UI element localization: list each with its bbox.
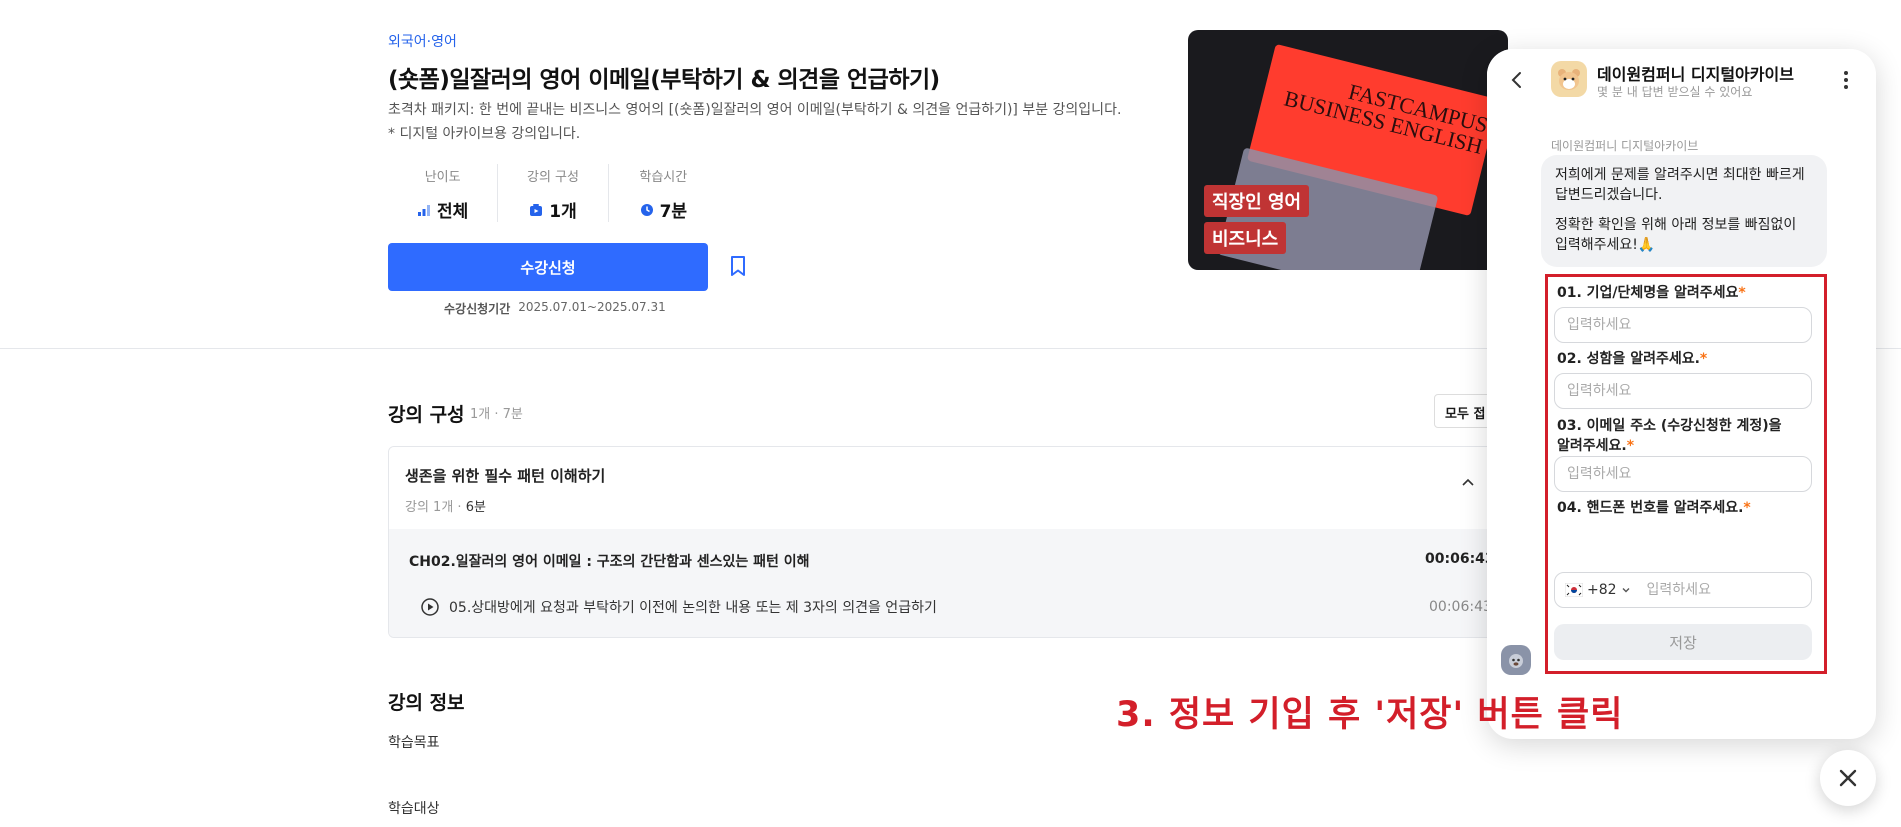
required-mark: * <box>1738 285 1746 301</box>
field-label-company: 01. 기업/단체명을 알려주세요* <box>1557 283 1746 303</box>
stat-label: 난이도 <box>424 170 461 185</box>
instruction-annotation: 3. 정보 기입 후 '저장' 버튼 클릭 <box>1116 695 1624 735</box>
bot-message-text: 정확한 확인을 위해 아래 정보를 빠짐없이 입력해주세요!🙏 <box>1555 217 1797 253</box>
info-target-label: 학습대상 <box>388 801 440 817</box>
required-mark: * <box>1743 500 1751 516</box>
close-icon <box>1839 769 1857 787</box>
phone-input[interactable] <box>1646 582 1797 598</box>
field-label-name: 02. 성함을 알려주세요.* <box>1557 349 1707 369</box>
bot-avatar <box>1501 645 1531 675</box>
field-label-text: 02. 성함을 알려주세요. <box>1557 351 1700 367</box>
country-code-select[interactable]: +82 <box>1565 582 1631 598</box>
lesson-title: 05.상대방에게 요청과 부탁하기 이전에 논의한 내용 또는 제 3자의 의견… <box>449 600 937 616</box>
chapter-sub: 강의 1개 · 6분 <box>405 496 1491 515</box>
info-title: 강의 정보 <box>388 692 465 714</box>
close-chat-button[interactable] <box>1820 750 1876 806</box>
field-label-email: 03. 이메일 주소 (수강신청한 계정)을알려주세요.* <box>1557 416 1782 456</box>
name-input[interactable] <box>1554 373 1812 409</box>
phone-field: +82 <box>1554 572 1812 608</box>
chapter-header[interactable]: 생존을 위한 필수 패턴 이해하기 강의 1개 · 6분 <box>389 447 1507 529</box>
play-icon[interactable] <box>421 598 439 616</box>
bookmark-icon[interactable] <box>726 254 750 278</box>
field-label-text: 04. 핸드폰 번호를 알려주세요. <box>1557 500 1744 516</box>
course-stats: 난이도 전체 강의 구성 1개 학습시간 7분 <box>388 164 718 222</box>
korea-flag-icon <box>1565 583 1583 597</box>
lesson-group-title: CH02.일잘러의 영어 이메일 : 구조의 간단함과 센스있는 패턴 이해 <box>409 554 810 570</box>
back-icon[interactable] <box>1509 71 1525 89</box>
course-category[interactable]: 외국어·영어 <box>388 31 457 51</box>
chapter-body: CH02.일잘러의 영어 이메일 : 구조의 간단함과 센스있는 패턴 이해 0… <box>389 529 1507 637</box>
country-code: +82 <box>1587 582 1617 598</box>
lesson-group-time: 00:06:43 <box>1425 551 1495 567</box>
stat-label: 강의 구성 <box>527 170 579 185</box>
email-input[interactable] <box>1554 456 1812 492</box>
chevron-down-icon <box>1622 588 1630 593</box>
thumbnail-tag: 직장인 영어 <box>1204 185 1310 217</box>
course-description: 초격차 패키지: 한 번에 끝내는 비즈니스 영어의 [(숏폼)일잘러의 영어 … <box>388 102 1122 142</box>
bar-chart-icon <box>418 204 431 216</box>
message-sender: 데이원컴퍼니 디지털아카이브 <box>1551 139 1699 153</box>
course-title: (숏폼)일잘러의 영어 이메일(부탁하기 & 의견을 언급하기) <box>388 67 940 93</box>
enroll-period: 수강신청기간 2025.07.01~2025.07.31 <box>444 300 666 317</box>
company-input[interactable] <box>1554 307 1812 343</box>
stat-label: 학습시간 <box>639 170 688 185</box>
chat-header: 데이원컴퍼니 디지털아카이브 몇 분 내 답변 받으실 수 있어요 <box>1487 49 1876 119</box>
stat-value: 7분 <box>659 202 688 222</box>
lesson-time: 00:06:43 <box>1429 599 1492 615</box>
field-label-text: 01. 기업/단체명을 알려주세요 <box>1557 285 1739 301</box>
bot-message-text: 저희에게 문제를 알려주시면 최대한 빠르게 답변드리겠습니다. <box>1555 167 1805 203</box>
more-vertical-icon[interactable] <box>1842 69 1850 91</box>
enroll-button[interactable]: 수강신청 <box>388 243 708 291</box>
curriculum-chapter: 생존을 위한 필수 패턴 이해하기 강의 1개 · 6분 CH02.일잘러의 영… <box>388 446 1508 638</box>
chapter-sub-duration: 6분 <box>465 500 486 515</box>
required-mark: * <box>1699 351 1708 367</box>
enroll-period-value: 2025.07.01~2025.07.31 <box>518 300 666 314</box>
hamster-icon <box>1558 69 1580 90</box>
enroll-period-label: 수강신청기간 <box>444 302 511 316</box>
save-button[interactable]: 저장 <box>1554 624 1812 660</box>
info-goal-label: 학습목표 <box>388 735 440 751</box>
stat-value: 1개 <box>549 202 577 222</box>
chat-avatar <box>1551 61 1587 97</box>
course-thumbnail: FASTCAMPUS BUSINESS ENGLISH 직장인 영어 비즈니스 <box>1188 30 1508 270</box>
stat-value: 전체 <box>437 202 469 222</box>
clock-icon <box>640 203 653 216</box>
lesson-item[interactable]: 05.상대방에게 요청과 부탁하기 이전에 논의한 내용 또는 제 3자의 의견… <box>421 597 937 617</box>
thumbnail-tag: 비즈니스 <box>1204 222 1287 254</box>
field-label-phone: 04. 핸드폰 번호를 알려주세요.* <box>1557 498 1751 518</box>
curriculum-meta: 1개 · 7분 <box>470 407 523 422</box>
required-mark: * <box>1626 438 1635 454</box>
field-label-text: 알려주세요. <box>1557 438 1627 454</box>
field-label-text: 03. 이메일 주소 (수강신청한 계정)을 <box>1557 418 1782 434</box>
chat-name: 데이원컴퍼니 디지털아카이브 <box>1597 65 1794 84</box>
chevron-up-icon[interactable] <box>1461 475 1475 489</box>
chapter-sub-count: 강의 1개 · <box>405 500 466 515</box>
bot-avatar-icon <box>1509 654 1523 668</box>
chat-subtitle: 몇 분 내 답변 받으실 수 있어요 <box>1597 85 1753 99</box>
video-icon <box>530 203 543 216</box>
stat-duration: 학습시간 7분 <box>609 164 718 222</box>
chapter-title: 생존을 위한 필수 패턴 이해하기 <box>405 467 606 485</box>
bot-message: 저희에게 문제를 알려주시면 최대한 빠르게 답변드리겠습니다. 정확한 확인을… <box>1541 155 1827 267</box>
stat-composition: 강의 구성 1개 <box>498 164 609 222</box>
chat-window: 데이원컴퍼니 디지털아카이브 몇 분 내 답변 받으실 수 있어요 데이원컴퍼니… <box>1487 49 1876 739</box>
stat-difficulty: 난이도 전체 <box>388 164 499 222</box>
curriculum-title: 강의 구성 <box>388 404 465 426</box>
